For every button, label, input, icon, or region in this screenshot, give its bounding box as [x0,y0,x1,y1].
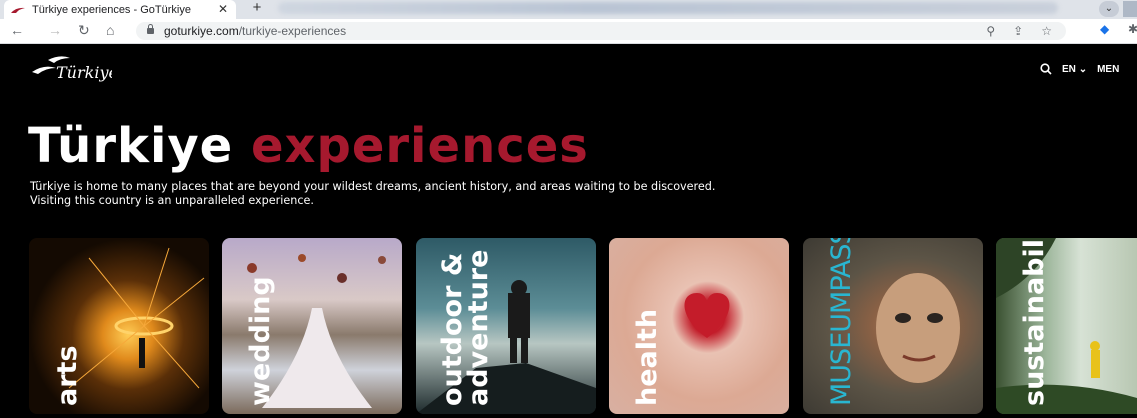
card-label-outdoor: outdoor & adventure [437,249,494,406]
url-text: goturkiye.com/turkiye-experiences [164,24,346,38]
forward-button[interactable]: → [48,22,62,38]
browser-tab[interactable]: Türkiye experiences - GoTürkiye ✕ [4,0,236,19]
language-selector[interactable]: EN ⌄ [1062,64,1087,75]
card-arts[interactable]: arts [29,238,209,414]
url-path: /turkiye-experiences [238,24,347,38]
address-bar[interactable]: goturkiye.com/turkiye-experiences ⚲ ⇪ ☆ [136,22,1066,40]
sustainability-image [996,238,1137,414]
share-icon[interactable]: ⇪ [1013,22,1023,40]
card-label-sustainability: sustainability [1019,238,1050,406]
site-header-actions: EN ⌄ MEN [1040,63,1119,75]
card-outdoor-adventure[interactable]: outdoor & adventure [416,238,596,414]
card-label-health: health [632,308,663,406]
blurred-tabs [278,2,1058,14]
card-label-arts: arts [52,345,83,406]
menu-button[interactable]: MEN [1097,64,1119,75]
turkiye-favicon-icon [11,7,25,13]
bookmark-star-icon[interactable]: ☆ [1041,22,1052,40]
lock-icon [147,24,154,34]
card-label-outdoor-line2: adventure [463,249,494,406]
tab-close-icon[interactable]: ✕ [218,2,228,16]
card-wedding[interactable]: wedding [222,238,402,414]
tab-title: Türkiye experiences - GoTürkiye [32,3,191,16]
title-white: Türkiye [28,118,251,174]
browser-toolbar: ← → ↻ ⌂ goturkiye.com/turkiye-experience… [0,19,1137,44]
home-button[interactable]: ⌂ [106,22,114,38]
page-title: Türkiye experiences [28,118,589,174]
browser-tab-bar: Türkiye experiences - GoTürkiye ✕ + ⌄ [0,0,1137,19]
chevron-down-icon: ⌄ [1078,63,1088,75]
new-tab-button[interactable]: + [246,0,268,16]
zoom-icon[interactable]: ⚲ [986,22,995,40]
language-label: EN [1062,63,1076,75]
search-icon[interactable] [1040,63,1052,75]
puzzle-icon[interactable]: ✱ [1128,22,1137,36]
card-label-wedding: wedding [245,276,276,406]
back-button[interactable]: ← [10,22,24,38]
tab-search-button[interactable]: ⌄ [1099,1,1119,17]
page-description: Türkiye is home to many places that are … [30,180,716,207]
omnibox-icons: ⚲ ⇪ ☆ [986,22,1052,40]
reload-button[interactable]: ↻ [78,22,90,39]
extension-icon[interactable]: ◆ [1100,22,1109,36]
svg-text:Türkiye: Türkiye [56,63,112,82]
card-sustainability[interactable]: sustainability [996,238,1137,414]
title-red: experiences [250,118,589,174]
card-label-museumpass: MUSEUMPASS [826,238,857,406]
url-domain: goturkiye.com [164,24,239,38]
window-control[interactable] [1123,1,1137,17]
card-museumpass[interactable]: MUSEUMPASS [803,238,983,414]
card-health[interactable]: health [609,238,789,414]
turkiye-logo[interactable]: Türkiye [30,52,112,84]
